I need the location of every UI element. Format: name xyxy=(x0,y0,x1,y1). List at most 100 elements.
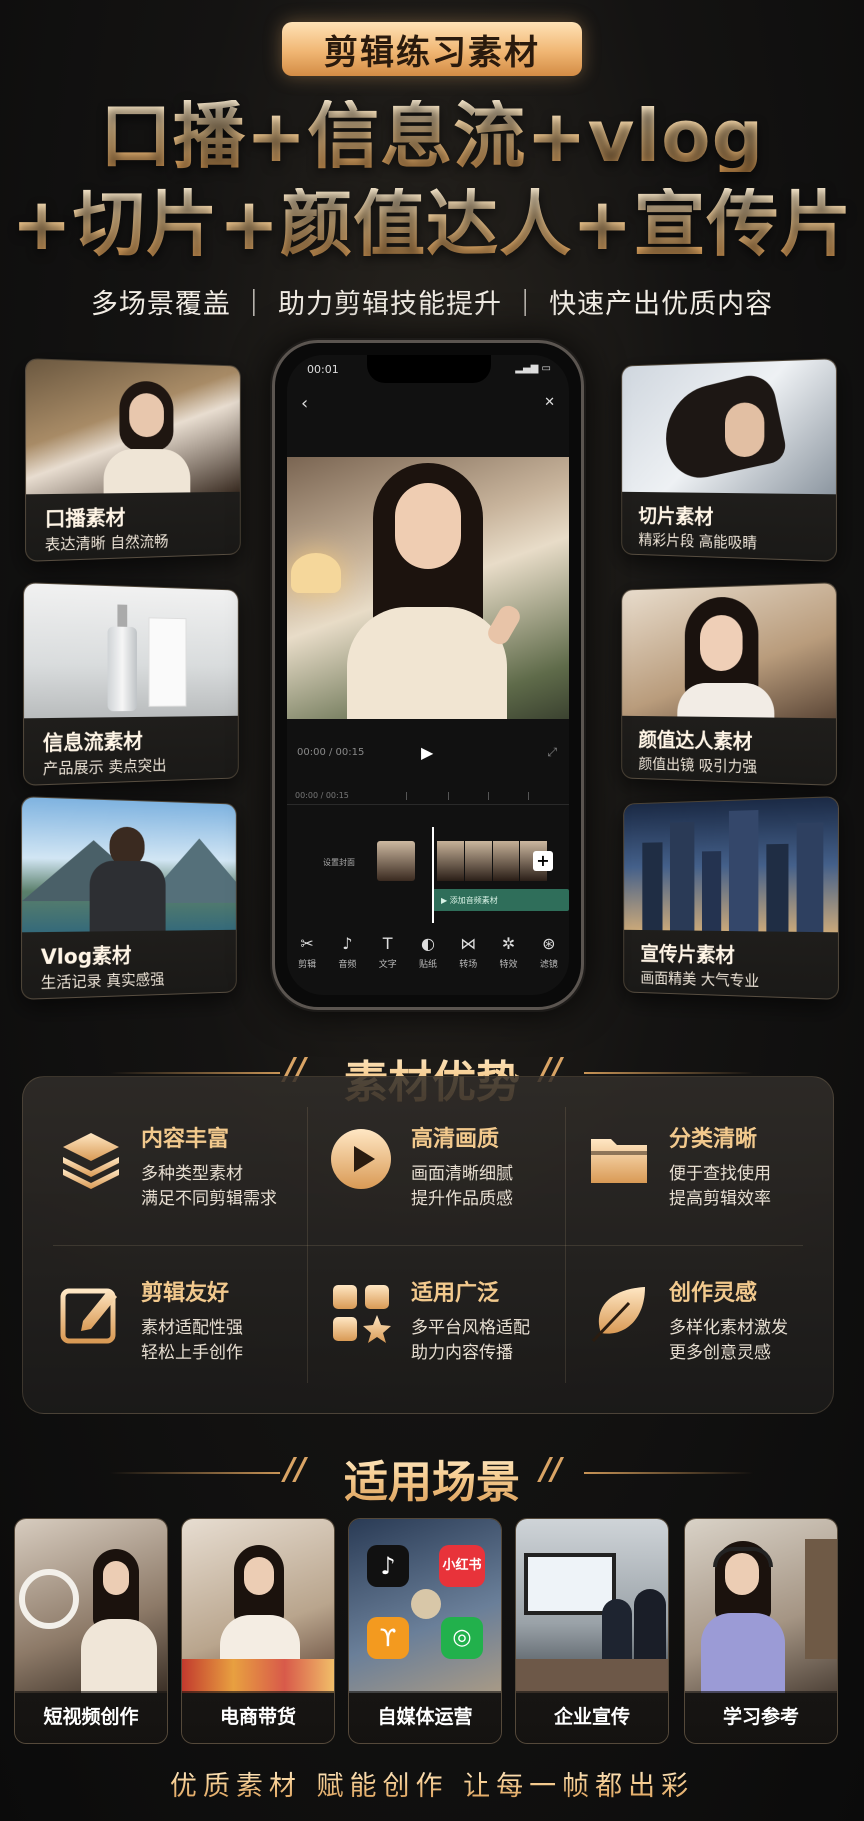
divider-line xyxy=(584,1072,754,1074)
card-desc: 产品展示 卖点突出 xyxy=(42,756,167,778)
add-clip-button[interactable]: + xyxy=(533,851,553,871)
xuanchuan-thumbnail xyxy=(624,797,838,933)
tool-label: 音频 xyxy=(338,960,357,970)
advantage-item: 适用广泛 多平台风格适配 助力内容传播 xyxy=(313,1263,573,1393)
clip-frame xyxy=(437,841,464,881)
scenario-card[interactable]: ♪ 小红书 ϒ ◎ 自媒体运营 xyxy=(348,1518,502,1744)
xiaohongshu-icon: 小红书 xyxy=(439,1545,485,1587)
douyin-icon: ♪ xyxy=(367,1545,409,1587)
apps-star-icon xyxy=(327,1279,395,1347)
timecode: 00:00 / 00:15 xyxy=(297,747,365,758)
card-xinxiliu[interactable]: 信息流素材 产品展示 卖点突出 xyxy=(23,582,239,786)
status-time: 00:01 xyxy=(307,363,339,376)
advantage-desc: 更多创意灵感 xyxy=(669,1343,771,1363)
yanzhi-thumbnail xyxy=(622,583,836,719)
timeline-ruler: 00:00 / 00:15 | | | | xyxy=(287,789,569,805)
card-koubo[interactable]: 口播素材 表达清晰 自然流畅 xyxy=(25,358,241,562)
qiepian-thumbnail xyxy=(622,359,836,495)
tool-label: 贴纸 xyxy=(418,960,437,970)
playhead[interactable] xyxy=(432,827,434,923)
advantage-title: 适用广泛 xyxy=(411,1281,500,1306)
tool-sticker[interactable]: ◐ 贴纸 xyxy=(419,935,437,987)
advantage-title: 内容丰富 xyxy=(141,1127,230,1152)
close-icon[interactable]: ✕ xyxy=(544,395,555,410)
advantage-title: 高清画质 xyxy=(411,1127,500,1152)
scissors-icon: ✂ xyxy=(300,934,314,953)
advantage-desc: 画面清晰细腻 xyxy=(411,1164,513,1184)
scenario-card[interactable]: 企业宣传 xyxy=(515,1518,669,1744)
video-preview[interactable] xyxy=(287,457,569,719)
card-title: 信息流素材 xyxy=(42,728,143,756)
advantage-desc: 素材适配性强 xyxy=(141,1318,243,1338)
advantage-desc: 多平台风格适配 xyxy=(411,1318,530,1338)
headline-line2: +切片+颜值达人+宣传片 xyxy=(0,188,864,260)
scenario-label: 学习参考 xyxy=(685,1691,837,1743)
video-track[interactable] xyxy=(437,841,547,881)
card-qiepian[interactable]: 切片素材 精彩片段 高能吸睛 xyxy=(621,358,837,562)
scenario-label: 短视频创作 xyxy=(15,1691,167,1743)
divider-line xyxy=(53,1245,803,1246)
editor-toolbar: ✂ 剪辑 ♪ 音频 T 文字 ◐ 贴纸 ⋈ 转场 ✲ 特效 ⊛ 滤镜 xyxy=(287,935,569,987)
card-vlog[interactable]: Vlog素材 生活记录 真实感强 xyxy=(21,796,237,1000)
cover-label: 设置封面 xyxy=(323,858,355,867)
advantage-title: 创作灵感 xyxy=(669,1281,758,1306)
signal-battery-icon: ▂▄▆ ▭ xyxy=(515,363,551,374)
ruler-tick: | xyxy=(487,791,490,800)
footer-slogan: 优质素材 赋能创作 让每一帧都出彩 xyxy=(0,1764,864,1803)
effects-icon: ✲ xyxy=(501,934,516,953)
audio-track[interactable]: ▶ 添加音频素材 xyxy=(433,889,569,911)
card-title: 口播素材 xyxy=(44,505,126,532)
advantage-item: 高清画质 画面清晰细腻 提升作品质感 xyxy=(313,1109,573,1239)
scenario-card[interactable]: 学习参考 xyxy=(684,1518,838,1744)
back-icon[interactable]: ‹ xyxy=(301,393,308,414)
music-icon: ♪ xyxy=(342,934,353,953)
playback-controls: 00:00 / 00:15 ▶ ⤢ xyxy=(287,739,569,769)
clip-frame xyxy=(464,841,492,881)
advantage-item: 剪辑友好 素材适配性强 轻松上手创作 xyxy=(43,1263,303,1393)
ruler-tick: | xyxy=(405,791,408,800)
tool-cut[interactable]: ✂ 剪辑 xyxy=(298,935,316,987)
scenario-label: 自媒体运营 xyxy=(349,1691,501,1743)
ruler-tick: | xyxy=(447,791,450,800)
edit-icon xyxy=(57,1279,125,1347)
fullscreen-icon[interactable]: ⤢ xyxy=(547,745,557,760)
tool-filter[interactable]: ⊛ 滤镜 xyxy=(540,935,558,987)
layers-icon xyxy=(57,1125,125,1193)
card-desc: 精彩片段 高能吸睛 xyxy=(638,530,758,553)
advantage-desc: 满足不同剪辑需求 xyxy=(141,1189,277,1209)
scenario-card[interactable]: 电商带货 xyxy=(181,1518,335,1744)
card-title: 颜值达人素材 xyxy=(638,727,753,754)
scenario-image xyxy=(182,1519,334,1693)
vlog-thumbnail xyxy=(22,797,237,933)
tool-text[interactable]: T 文字 xyxy=(379,935,397,987)
cover-button[interactable]: 设置封面 xyxy=(323,857,355,868)
phone-notch xyxy=(367,355,491,383)
divider-line xyxy=(584,1472,754,1474)
advantage-title: 分类清晰 xyxy=(669,1127,758,1152)
timeline[interactable]: 设置封面 + ▶ 添加音频素材 xyxy=(287,817,569,927)
advantage-item: 内容丰富 多种类型素材 满足不同剪辑需求 xyxy=(43,1109,303,1239)
scenarios-title: 适用场景 xyxy=(0,1446,864,1510)
timeline-time: 00:00 / 00:15 xyxy=(295,791,349,800)
card-yanzhi[interactable]: 颜值达人素材 颜值出镜 吸引力强 xyxy=(621,582,837,786)
card-title: 切片素材 xyxy=(638,503,714,529)
ruler-tick: | xyxy=(527,791,530,800)
card-desc: 颜值出镜 吸引力强 xyxy=(638,754,758,777)
phone-screen: 00:01 ▂▄▆ ▭ ‹ ✕ 00:00 / 00:15 ▶ ⤢ 00:00 … xyxy=(287,355,569,995)
tool-effects[interactable]: ✲ 特效 xyxy=(500,935,518,987)
cover-thumbnail[interactable] xyxy=(377,841,415,881)
tool-label: 文字 xyxy=(378,960,397,970)
advantage-item: 分类清晰 便于查找使用 提高剪辑效率 xyxy=(571,1109,831,1239)
card-xuanchuan[interactable]: 宣传片素材 画面精美 大气专业 xyxy=(623,796,839,1000)
slash-decoration: // xyxy=(540,1452,562,1487)
advantage-desc: 多种类型素材 xyxy=(141,1164,243,1184)
tool-transition[interactable]: ⋈ 转场 xyxy=(459,935,477,987)
app-icon: ϒ xyxy=(367,1617,409,1659)
phone-mockup: 00:01 ▂▄▆ ▭ ‹ ✕ 00:00 / 00:15 ▶ ⤢ 00:00 … xyxy=(272,340,584,1010)
scenario-label: 电商带货 xyxy=(182,1691,334,1743)
advantage-desc: 轻松上手创作 xyxy=(141,1343,243,1363)
scenario-card[interactable]: 短视频创作 xyxy=(14,1518,168,1744)
text-icon: T xyxy=(382,934,393,953)
play-icon[interactable]: ▶ xyxy=(421,743,433,762)
tool-audio[interactable]: ♪ 音频 xyxy=(338,935,356,987)
